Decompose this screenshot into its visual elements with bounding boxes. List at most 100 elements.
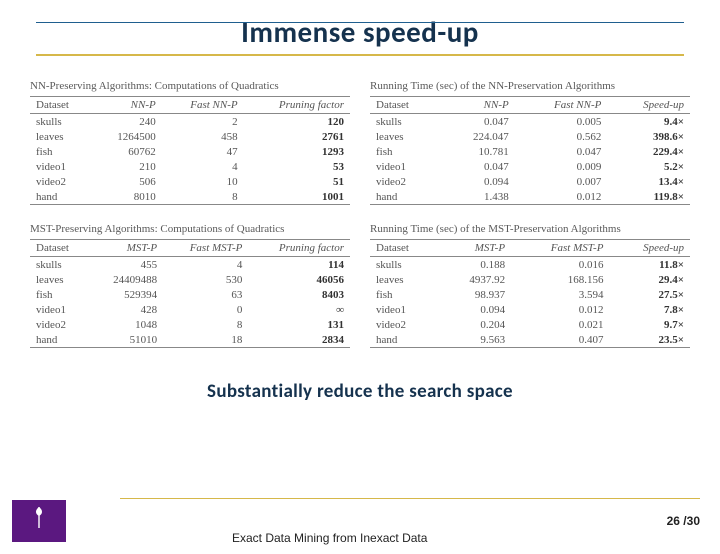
cell: video1 xyxy=(30,302,89,317)
cell: 2761 xyxy=(244,129,350,144)
cell: hand xyxy=(30,332,89,348)
cell: 7.8× xyxy=(609,302,690,317)
col-header: MST-P xyxy=(438,240,511,257)
col-header: Fast NN-P xyxy=(515,97,608,114)
cell: 0.012 xyxy=(511,302,609,317)
slide-subtitle: Substantially reduce the search space xyxy=(0,380,720,403)
table-row: video10.0470.0095.2× xyxy=(370,159,690,174)
panel-title: Running Time (sec) of the MST-Preservati… xyxy=(370,223,690,235)
cell: 168.156 xyxy=(511,272,609,287)
panel-nn-quad: NN-Preserving Algorithms: Computations o… xyxy=(30,80,350,205)
cell: 0 xyxy=(163,302,248,317)
cell: ∞ xyxy=(248,302,350,317)
cell: 4 xyxy=(163,257,248,273)
footer: Exact Data Mining from Inexact Data 26 /… xyxy=(0,498,720,554)
cell: video1 xyxy=(30,159,92,174)
col-header: Dataset xyxy=(370,97,440,114)
cell: 23.5× xyxy=(609,332,690,348)
table-row: video25061051 xyxy=(30,174,350,189)
cell: 240 xyxy=(92,114,162,130)
cell: 9.563 xyxy=(438,332,511,348)
table-row: leaves4937.92168.15629.4× xyxy=(370,272,690,287)
cell: 2 xyxy=(162,114,244,130)
cell: video2 xyxy=(30,174,92,189)
cell: 224.047 xyxy=(440,129,515,144)
cell: 506 xyxy=(92,174,162,189)
cell: 398.6× xyxy=(607,129,690,144)
cell: 1001 xyxy=(244,189,350,205)
cell: 18 xyxy=(163,332,248,348)
cell: 0.021 xyxy=(511,317,609,332)
cell: 8 xyxy=(163,317,248,332)
cell: leaves xyxy=(370,272,438,287)
cell: 1293 xyxy=(244,144,350,159)
cell: 1048 xyxy=(89,317,163,332)
cell: 46056 xyxy=(248,272,350,287)
cell: 10.781 xyxy=(440,144,515,159)
cell: 24409488 xyxy=(89,272,163,287)
cell: 120 xyxy=(244,114,350,130)
cell: video2 xyxy=(370,174,440,189)
top-rule xyxy=(36,22,684,23)
cell: 8 xyxy=(162,189,244,205)
cell: leaves xyxy=(30,129,92,144)
table-row: hand1.4380.012119.8× xyxy=(370,189,690,205)
col-header: NN-P xyxy=(92,97,162,114)
cell: 0.009 xyxy=(515,159,608,174)
table-row: video20.0940.00713.4× xyxy=(370,174,690,189)
cell: video1 xyxy=(370,159,440,174)
col-header: Dataset xyxy=(30,97,92,114)
cell: hand xyxy=(30,189,92,205)
cell: 8403 xyxy=(248,287,350,302)
panel-title: MST-Preserving Algorithms: Computations … xyxy=(30,223,350,235)
table-row: skulls2402120 xyxy=(30,114,350,130)
cell: skulls xyxy=(370,114,440,130)
cell: 98.937 xyxy=(438,287,511,302)
cell: 131 xyxy=(248,317,350,332)
table-row: leaves12645004582761 xyxy=(30,129,350,144)
cell: 3.594 xyxy=(511,287,609,302)
cell: 0.047 xyxy=(440,114,515,130)
cell: skulls xyxy=(30,257,89,273)
cell: 210 xyxy=(92,159,162,174)
cell: 0.012 xyxy=(515,189,608,205)
col-header: Speed-up xyxy=(607,97,690,114)
col-header: Dataset xyxy=(370,240,438,257)
footer-title: Exact Data Mining from Inexact Data xyxy=(232,531,442,546)
col-header: Speed-up xyxy=(609,240,690,257)
cell: 0.562 xyxy=(515,129,608,144)
cell: 29.4× xyxy=(609,272,690,287)
cell: fish xyxy=(30,144,92,159)
cell: 53 xyxy=(244,159,350,174)
table-row: leaves224.0470.562398.6× xyxy=(370,129,690,144)
cell: 529394 xyxy=(89,287,163,302)
table-row: hand9.5630.40723.5× xyxy=(370,332,690,348)
cell: 0.047 xyxy=(515,144,608,159)
cell: 455 xyxy=(89,257,163,273)
cell: 0.188 xyxy=(438,257,511,273)
col-header: Fast NN-P xyxy=(162,97,244,114)
col-header: Dataset xyxy=(30,240,89,257)
table-nn-quad: DatasetNN-PFast NN-PPruning factorskulls… xyxy=(30,96,350,205)
footer-rule xyxy=(120,498,700,499)
table-row: video210488131 xyxy=(30,317,350,332)
table-row: fish10.7810.047229.4× xyxy=(370,144,690,159)
cell: leaves xyxy=(370,129,440,144)
table-row: fish529394638403 xyxy=(30,287,350,302)
cell: video2 xyxy=(370,317,438,332)
cell: 13.4× xyxy=(607,174,690,189)
cell: 114 xyxy=(248,257,350,273)
cell: 60762 xyxy=(92,144,162,159)
cell: leaves xyxy=(30,272,89,287)
cell: 0.007 xyxy=(515,174,608,189)
table-row: video20.2040.0219.7× xyxy=(370,317,690,332)
table-row: hand801081001 xyxy=(30,189,350,205)
table-row: video14280∞ xyxy=(30,302,350,317)
panel-title: Running Time (sec) of the NN-Preservatio… xyxy=(370,80,690,92)
table-row: skulls0.0470.0059.4× xyxy=(370,114,690,130)
cell: fish xyxy=(30,287,89,302)
table-mst-quad: DatasetMST-PFast MST-PPruning factorskul… xyxy=(30,239,350,348)
col-header: MST-P xyxy=(89,240,163,257)
cell: 4937.92 xyxy=(438,272,511,287)
table-row: fish60762471293 xyxy=(30,144,350,159)
